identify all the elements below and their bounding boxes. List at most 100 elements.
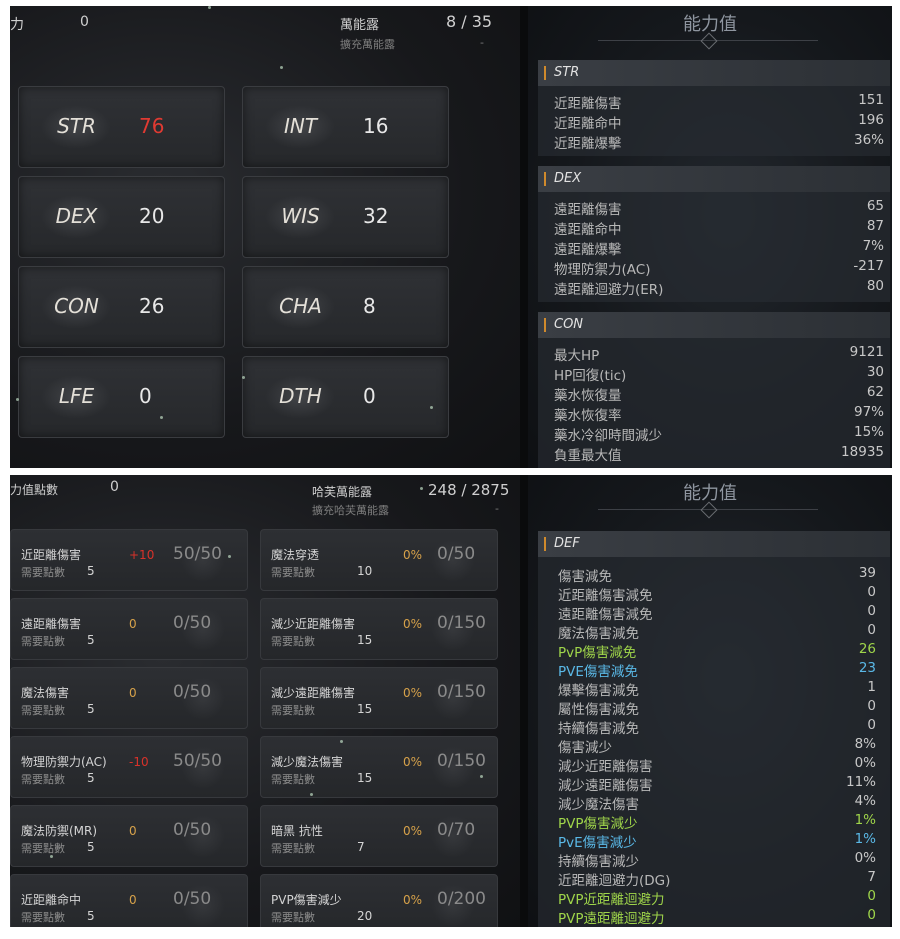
ability-label: 減少魔法傷害 [558,797,639,813]
skill-progress: 0/50 [173,820,212,840]
required-points-value: 5 [87,771,95,785]
stat-box-con[interactable]: CON 26 [18,266,225,348]
skill-progress: 50/50 [173,544,222,564]
points-label: 力 [10,17,24,33]
rune-skill-box[interactable]: 魔法傷害 需要點數 5 0 0/50 [10,667,248,729]
stat-box-lfe[interactable]: LFE 0 [18,356,225,438]
ability-row: PvE傷害減少 1% [558,831,876,851]
skill-bonus: 0% [403,686,423,700]
stat-box-wis[interactable]: WIS 32 [242,176,449,258]
stat-name: DEX [55,204,98,228]
rune-skill-box[interactable]: 減少近距離傷害 需要點數 15 0% 0/150 [260,598,498,660]
ability-value: 0 [867,584,876,600]
ability-label: 遠距離迴避力(ER) [554,282,664,298]
ability-row: 遠距離傷害 65 [554,198,884,218]
skill-bonus: 0 [129,893,137,907]
ability-value: 9121 [849,344,884,360]
stat-name: DTH [279,384,322,408]
ability-title: 能力值 [683,483,737,504]
stat-value: 0 [139,384,152,408]
section-accent [544,537,546,551]
rune-skill-box[interactable]: PVP傷害減少 需要點數 20 0% 0/200 [260,874,498,927]
ability-value: 4% [854,793,876,809]
section-header: STR [538,60,890,86]
sparkle-particle [310,793,313,796]
skill-progress: 0/150 [437,613,486,633]
skill-name: 魔法傷害 [21,686,70,700]
ability-label: 遠距離命中 [554,222,622,238]
ability-label: PvE傷害減少 [558,835,637,851]
ability-value: 196 [858,112,884,128]
skill-name: 近距離命中 [21,893,82,907]
ability-value: 15% [853,424,884,440]
sparkle-particle [280,66,283,69]
rune-skill-box[interactable]: 近距離命中 需要點數 5 0 0/50 [10,874,248,927]
rune-skill-box[interactable]: 魔法防禦(MR) 需要點數 5 0 0/50 [10,805,248,867]
ability-value: 87 [866,218,884,234]
ability-label: 藥水恢復率 [554,408,622,424]
required-points-label: 需要點數 [21,704,65,717]
ability-panel: 能力值 DEF 傷害減免 39 近距離傷害減免 0 遠距離傷害減免 0 魔法傷害減免 0 PvP… [528,475,892,927]
ability-row: PVE傷害減免 23 [558,660,876,680]
stat-value: 16 [363,114,389,138]
skill-progress: 0/50 [173,682,212,702]
ability-row: 遠距離命中 87 [554,218,884,238]
ability-value: 23 [858,660,876,676]
ability-row: 減少近距離傷害 0% [558,755,876,775]
stat-name: CHA [279,294,322,318]
stat-box-dth[interactable]: DTH 0 [242,356,449,438]
sparkle-particle [430,406,433,409]
ability-label: 負重最大值 [554,448,622,464]
skill-name: 遠距離傷害 [21,617,82,631]
required-points-label: 需要點數 [271,635,315,648]
ability-panel: 能力值 STR 近距離傷害 151 近距離命中 196 近距離爆擊 36% DEX 遠距離傷害 6… [528,6,892,468]
skill-progress: 0/150 [437,751,486,771]
stat-value: 8 [363,294,376,318]
section-header: DEX [538,166,890,192]
ability-row: 近距離命中 196 [554,112,884,132]
rune-skill-box[interactable]: 近距離傷害 需要點數 5 +10 50/50 [10,529,248,591]
skill-bonus: 0% [403,755,423,769]
ability-label: 減少遠距離傷害 [558,778,653,794]
ability-label: PVE傷害減免 [558,664,638,680]
ability-value: 1% [854,812,876,828]
rune-skill-box[interactable]: 暗黑 抗性 需要點數 7 0% 0/70 [260,805,498,867]
rune-skill-box[interactable]: 減少魔法傷害 需要點數 15 0% 0/150 [260,736,498,798]
ability-value: 1 [867,679,876,695]
skill-name: PVP傷害減少 [271,893,342,907]
rune-skill-box[interactable]: 減少遠距離傷害 需要點數 15 0% 0/150 [260,667,498,729]
ability-value: 18935 [841,444,884,460]
ability-row: 近距離傷害減免 0 [558,584,876,604]
required-points-value: 7 [357,840,365,854]
ability-row: 藥水恢復率 97% [554,404,884,424]
required-points-value: 5 [87,564,95,578]
ability-label: PvP傷害減免 [558,645,637,661]
points-label: 力值點數 [10,483,59,497]
ability-value: 1% [854,831,876,847]
sparkle-particle [242,376,245,379]
stat-box-str[interactable]: STR 76 [18,86,225,168]
rune-expand-label: 擴充哈芙萬能露 [312,504,389,517]
rune-label: 萬能露 [340,18,380,33]
ability-label: PVP近距離迴避力 [558,892,665,908]
stat-box-cha[interactable]: CHA 8 [242,266,449,348]
ability-value: 7 [867,869,876,885]
rune-skill-box[interactable]: 遠距離傷害 需要點數 5 0 0/50 [10,598,248,660]
stat-box-dex[interactable]: DEX 20 [18,176,225,258]
ability-value: 80 [866,278,884,294]
stat-value: 20 [139,204,165,228]
ability-label: 近距離迴避力(DG) [558,873,671,889]
ability-row: 藥水恢復量 62 [554,384,884,404]
rune-skill-box[interactable]: 魔法穿透 需要點數 10 0% 0/50 [260,529,498,591]
ability-value: 8% [854,736,876,752]
required-points-label: 需要點數 [271,704,315,717]
ability-value: 97% [853,404,884,420]
ability-section-str: STR 近距離傷害 151 近距離命中 196 近距離爆擊 36% [538,60,890,156]
base-stats-area: 力 0 萬能露 8 / 35 擴充萬能露 - STR 76 INT 16 DEX 20 WI… [10,6,520,468]
rune-skill-box[interactable]: 物理防禦力(AC) 需要點數 5 -10 50/50 [10,736,248,798]
sparkle-particle [208,6,211,9]
ability-row: 減少遠距離傷害 11% [558,774,876,794]
stat-box-int[interactable]: INT 16 [242,86,449,168]
required-points-value: 5 [87,840,95,854]
ability-section-dex: DEX 遠距離傷害 65 遠距離命中 87 遠距離爆擊 7% 物理防禦力(AC) -217 遠距離… [538,166,890,302]
